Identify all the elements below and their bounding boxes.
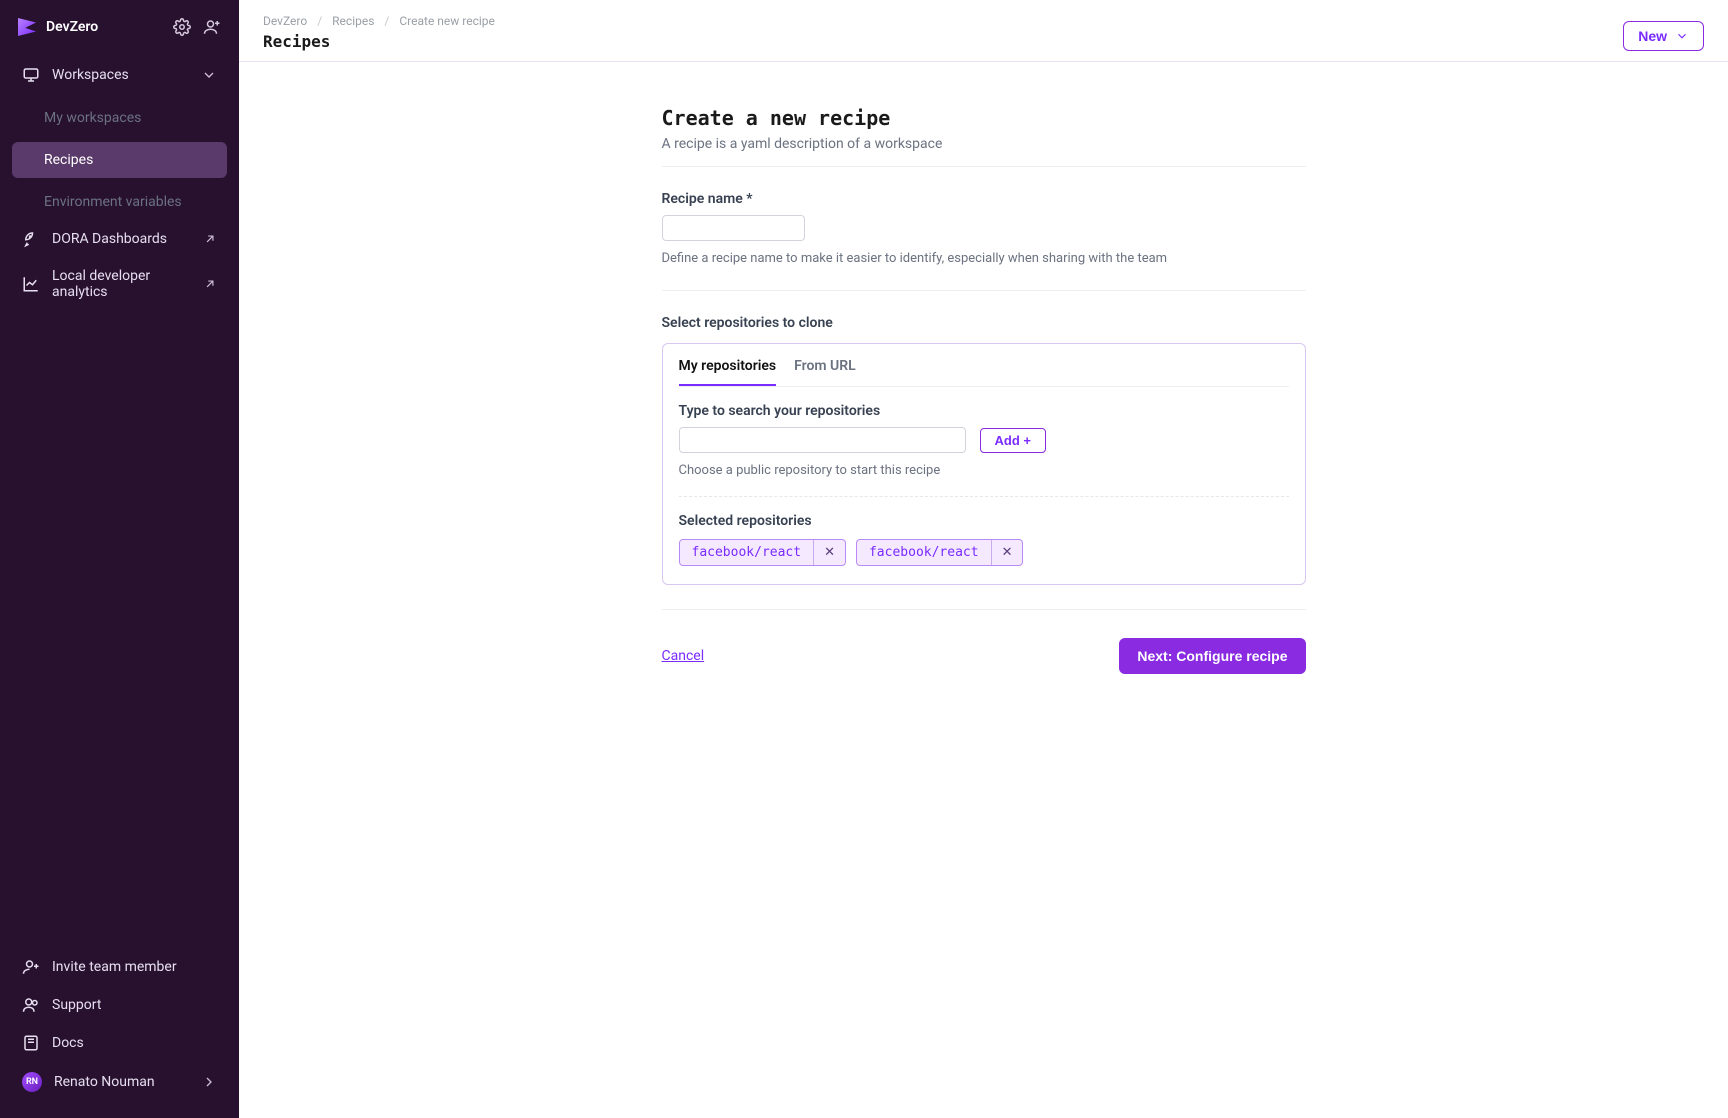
sidebar-item-env-vars[interactable]: Environment variables	[12, 184, 227, 220]
selected-repos-label: Selected repositories	[679, 513, 1289, 529]
repo-card: My repositories From URL Type to search …	[662, 343, 1306, 585]
sidebar-item-label: Invite team member	[52, 959, 177, 975]
create-recipe-form: Create a new recipe A recipe is a yaml d…	[662, 106, 1306, 1118]
tab-my-repositories[interactable]: My repositories	[679, 358, 777, 386]
chevron-down-icon	[201, 67, 217, 83]
tab-from-url[interactable]: From URL	[794, 358, 856, 386]
sidebar-item-label: Docs	[52, 1035, 84, 1051]
sidebar-item-label: Support	[52, 997, 101, 1013]
avatar: RN	[22, 1072, 42, 1092]
main: DevZero / Recipes / Create new recipe Re…	[239, 0, 1728, 1118]
user-name: Renato Nouman	[54, 1074, 155, 1090]
close-icon[interactable]: ✕	[991, 540, 1023, 565]
rocket-icon	[22, 230, 40, 248]
sidebar-item-label: My workspaces	[44, 110, 141, 126]
breadcrumb-item[interactable]: DevZero	[263, 14, 307, 28]
sidebar-item-label: DORA Dashboards	[52, 231, 167, 247]
repo-chip-label: facebook/react	[680, 540, 814, 565]
sidebar-item-recipes[interactable]: Recipes	[12, 142, 227, 178]
sidebar-item-my-workspaces[interactable]: My workspaces	[12, 100, 227, 136]
repo-search-help: Choose a public repository to start this…	[679, 463, 1289, 478]
chevron-right-icon	[201, 1074, 217, 1090]
recipe-name-input[interactable]	[662, 215, 805, 241]
add-repo-button[interactable]: Add +	[980, 428, 1046, 453]
external-link-icon	[203, 232, 217, 246]
next-button[interactable]: Next: Configure recipe	[1119, 638, 1305, 674]
page-title: Recipes	[263, 32, 495, 51]
chevron-down-icon	[1675, 29, 1689, 43]
sidebar-item-label: Workspaces	[52, 67, 129, 83]
sidebar-item-workspaces[interactable]: Workspaces	[12, 56, 227, 94]
topbar: DevZero / Recipes / Create new recipe Re…	[239, 0, 1728, 62]
breadcrumb: DevZero / Recipes / Create new recipe	[263, 14, 495, 28]
repo-chip-label: facebook/react	[857, 540, 991, 565]
user-plus-icon	[22, 958, 40, 976]
sidebar-item-label: Recipes	[44, 152, 93, 168]
sidebar-item-account[interactable]: RN Renato Nouman	[12, 1062, 227, 1102]
users-icon	[22, 996, 40, 1014]
monitor-icon	[22, 66, 40, 84]
repo-chip: facebook/react ✕	[679, 539, 846, 566]
invite-user-icon[interactable]	[203, 18, 221, 36]
cancel-button[interactable]: Cancel	[662, 648, 705, 664]
gear-icon[interactable]	[173, 18, 191, 36]
breadcrumb-item[interactable]: Recipes	[332, 14, 374, 28]
sidebar: DevZero Workspaces My workspaces Rec	[0, 0, 239, 1118]
sidebar-item-dora[interactable]: DORA Dashboards	[12, 220, 227, 258]
breadcrumb-sep: /	[384, 14, 389, 28]
brand[interactable]: DevZero	[18, 18, 98, 36]
repo-search-input[interactable]	[679, 427, 966, 453]
sidebar-item-label: Local developer analytics	[52, 268, 179, 300]
breadcrumb-sep: /	[317, 14, 322, 28]
repo-search-label: Type to search your repositories	[679, 403, 1289, 419]
new-button-label: New	[1638, 28, 1667, 44]
repos-label: Select repositories to clone	[662, 315, 1306, 331]
brand-name: DevZero	[46, 19, 98, 35]
sidebar-item-label: Environment variables	[44, 194, 182, 210]
selected-repos: facebook/react ✕ facebook/react ✕	[679, 539, 1289, 566]
new-button[interactable]: New	[1623, 21, 1704, 51]
repo-tabs: My repositories From URL	[679, 344, 1289, 387]
external-link-icon	[203, 277, 217, 291]
recipe-name-label: Recipe name *	[662, 191, 1306, 207]
sidebar-item-invite[interactable]: Invite team member	[12, 948, 227, 986]
sidebar-item-analytics[interactable]: Local developer analytics	[12, 258, 227, 310]
sidebar-item-support[interactable]: Support	[12, 986, 227, 1024]
repo-chip: facebook/react ✕	[856, 539, 1023, 566]
chart-icon	[22, 275, 40, 293]
form-title: Create a new recipe	[662, 106, 1306, 130]
form-subtitle: A recipe is a yaml description of a work…	[662, 136, 1306, 152]
sidebar-bottom: Invite team member Support Docs RN Renat…	[0, 940, 239, 1118]
book-icon	[22, 1034, 40, 1052]
recipe-name-help: Define a recipe name to make it easier t…	[662, 251, 1306, 266]
sidebar-nav: Workspaces My workspaces Recipes Environ…	[0, 46, 239, 940]
sidebar-item-docs[interactable]: Docs	[12, 1024, 227, 1062]
devzero-logo-icon	[18, 18, 36, 36]
breadcrumb-item: Create new recipe	[399, 14, 495, 28]
divider	[679, 496, 1289, 497]
close-icon[interactable]: ✕	[813, 540, 845, 565]
